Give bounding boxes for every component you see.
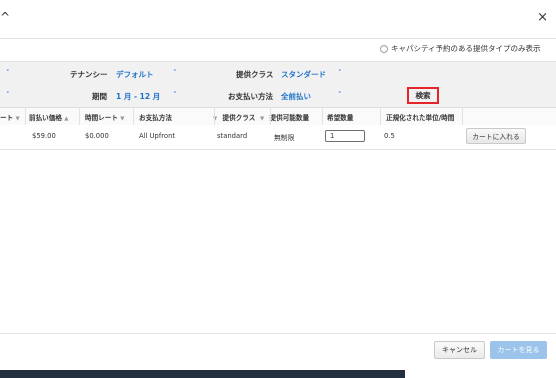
- cancel-button[interactable]: キャンセル: [434, 341, 485, 359]
- normalized-units-cell: 0.5: [384, 132, 395, 140]
- column-header-upfront[interactable]: 前払い価格 ▲: [29, 112, 72, 122]
- upfront-price-cell: $59.00: [32, 132, 56, 140]
- hourly-rate-cell: $0.000: [85, 132, 109, 140]
- tenancy-chevron-icon[interactable]: ˅: [173, 69, 177, 77]
- column-header-hourly[interactable]: 時間レート ▼: [85, 112, 128, 122]
- available-quantity-cell: 無制限: [274, 134, 295, 142]
- add-to-cart-button[interactable]: カートに入れる: [466, 128, 526, 144]
- term-chevron-icon[interactable]: ˅: [173, 91, 177, 99]
- tenancy-label: テナンシー: [70, 70, 108, 79]
- sort-icon: ▼: [120, 116, 125, 122]
- page-footer-bar: [0, 370, 405, 378]
- column-header[interactable]: ート ▼: [0, 112, 23, 122]
- close-icon[interactable]: ×: [537, 10, 548, 25]
- view-cart-button[interactable]: カートを見る: [490, 341, 547, 359]
- column-header-offering-class[interactable]: ▼ 提供クラス: [213, 112, 255, 122]
- column-divider: [270, 107, 271, 125]
- offering-class-label: 提供クラス: [236, 70, 274, 79]
- capacity-radio[interactable]: [380, 44, 388, 53]
- payment-label: お支払い方法: [228, 92, 273, 101]
- capacity-filter[interactable]: キャパシティ予約のある提供タイプのみ表示: [380, 43, 541, 54]
- column-header-payment[interactable]: お支払方法: [139, 112, 172, 122]
- chevron-down-icon[interactable]: ˅: [6, 91, 10, 99]
- offering-class-select[interactable]: スタンダード: [281, 69, 326, 80]
- sort-icon: ▼: [260, 116, 265, 122]
- sort-icon: ▼: [15, 116, 20, 122]
- term-select[interactable]: 1 月 - 12 月: [116, 91, 160, 102]
- footer-divider: [0, 333, 556, 334]
- column-header-normalized[interactable]: 正規化された単位/時間: [386, 112, 454, 122]
- add-to-cart-label: カートに入れる: [472, 133, 520, 141]
- column-header-available[interactable]: ▼ 提供可能数量: [260, 112, 309, 122]
- collapse-icon[interactable]: ^: [0, 10, 10, 24]
- term-label: 期間: [92, 92, 107, 101]
- column-divider: [25, 107, 26, 125]
- column-divider: [133, 107, 134, 125]
- column-divider: [214, 107, 215, 125]
- column-divider: [79, 107, 80, 125]
- column-divider: [380, 107, 381, 125]
- offering-class-chevron-icon[interactable]: ˅: [338, 69, 342, 77]
- desired-quantity-input[interactable]: 1: [325, 130, 365, 142]
- tenancy-select[interactable]: デフォルト: [116, 69, 154, 80]
- payment-option-cell: All Upfront: [139, 132, 176, 140]
- cancel-label: キャンセル: [442, 346, 477, 354]
- payment-chevron-icon[interactable]: ˅: [338, 91, 342, 99]
- payment-select[interactable]: 全前払い: [281, 91, 311, 102]
- search-button[interactable]: 検索: [407, 87, 439, 104]
- column-divider: [322, 107, 323, 125]
- search-button-label: 検索: [415, 91, 431, 100]
- capacity-label: キャパシティ予約のある提供タイプのみ表示: [391, 44, 541, 53]
- offering-class-cell: standard: [217, 132, 248, 140]
- column-divider: [462, 107, 463, 125]
- sort-asc-icon: ▲: [64, 116, 69, 122]
- dialog-header: ^ ×: [0, 0, 556, 39]
- view-cart-label: カートを見る: [497, 346, 540, 354]
- column-header-desired[interactable]: 希望数量: [327, 112, 353, 122]
- chevron-down-icon[interactable]: ˅: [6, 69, 10, 77]
